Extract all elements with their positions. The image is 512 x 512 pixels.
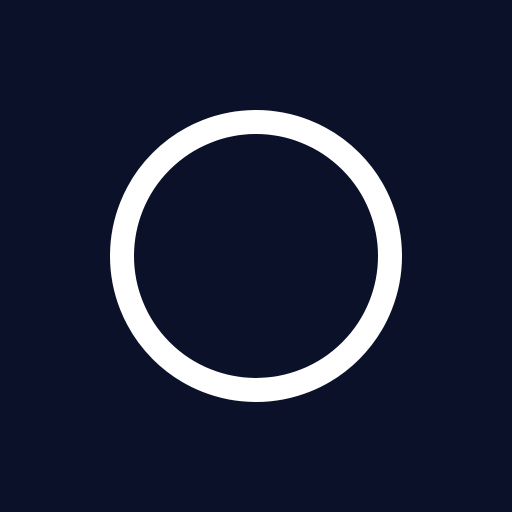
circle-outline-icon	[110, 110, 402, 402]
ring-stroke	[110, 110, 402, 402]
icon-canvas	[0, 0, 512, 512]
